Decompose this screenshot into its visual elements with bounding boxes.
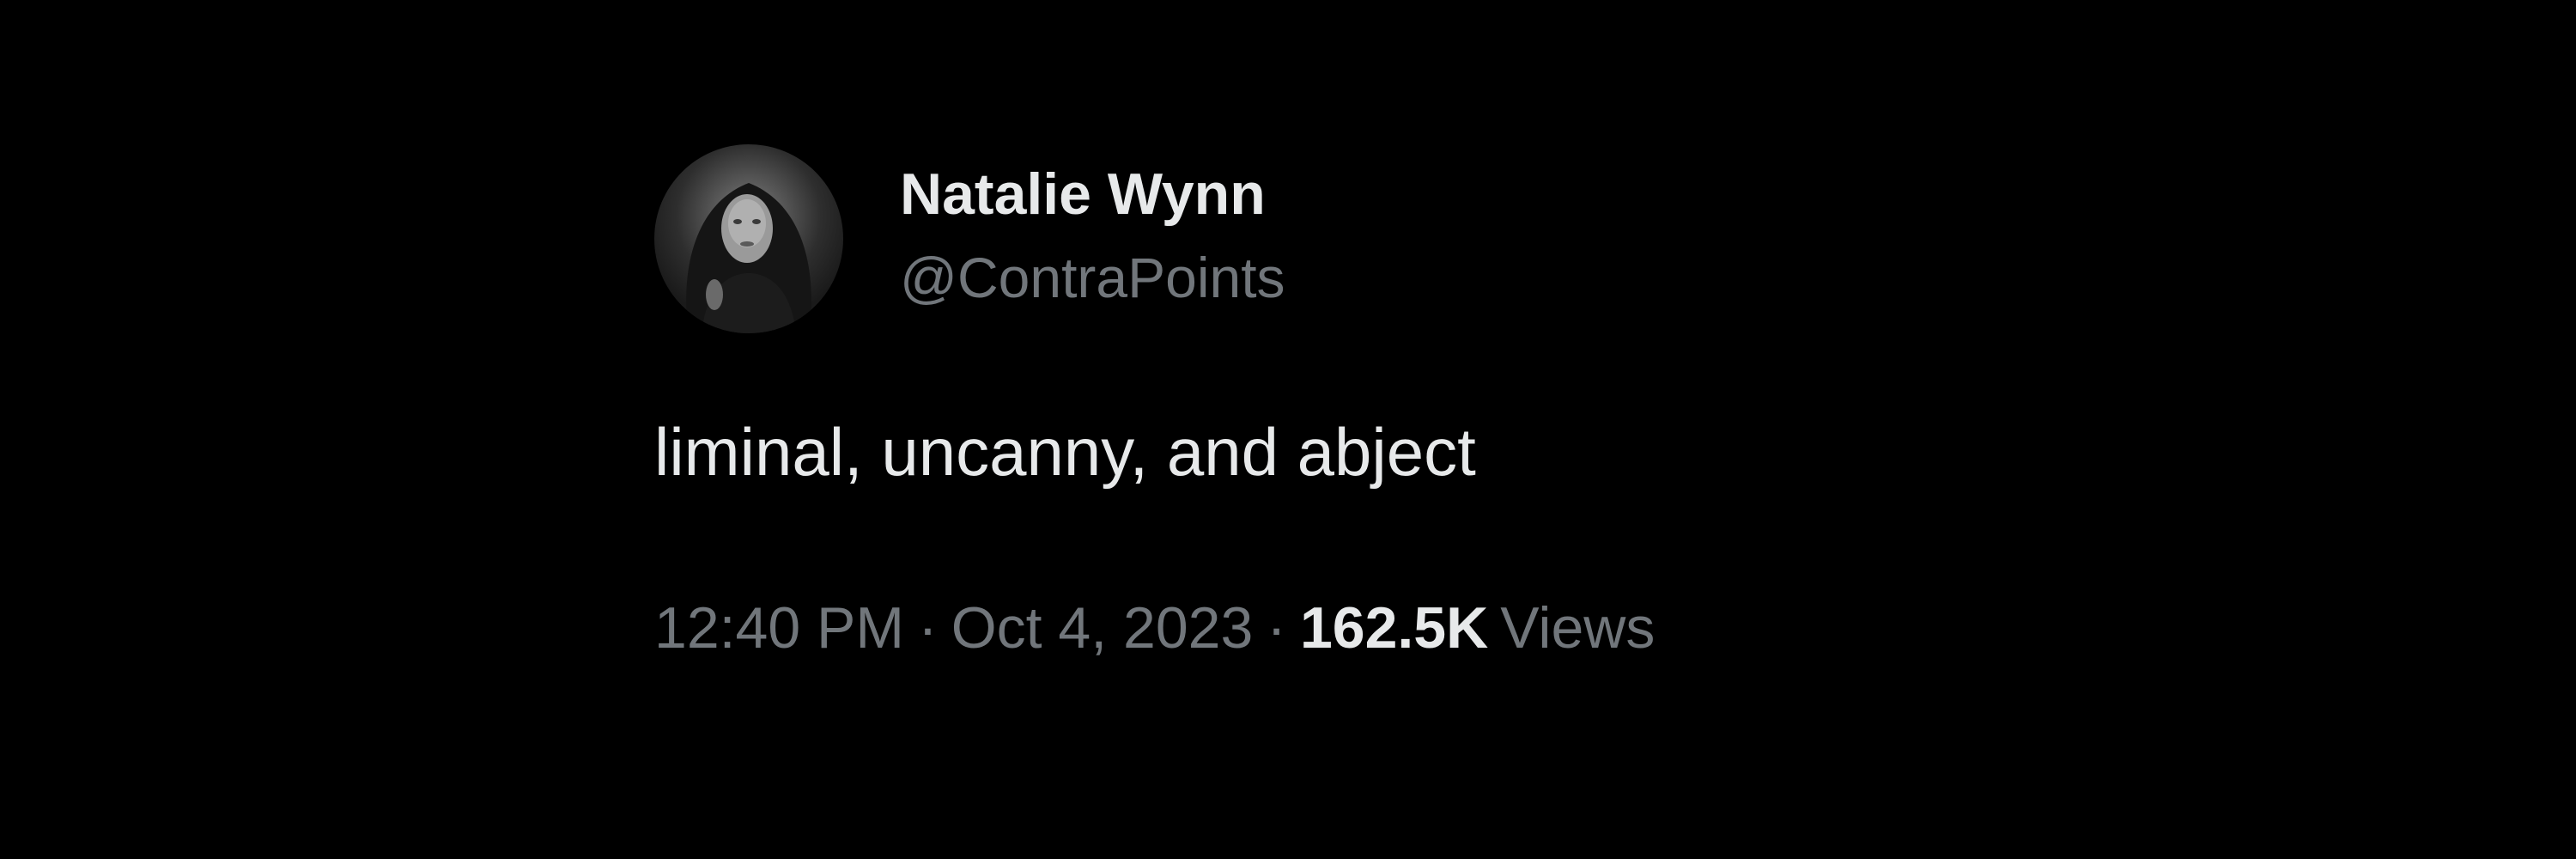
author-display-name[interactable]: Natalie Wynn bbox=[900, 155, 1285, 233]
avatar[interactable] bbox=[654, 144, 843, 333]
author-handle[interactable]: @ContraPoints bbox=[900, 233, 1285, 322]
tweet-meta: 12:40 PM · Oct 4, 2023 · 162.5K Views bbox=[654, 589, 1942, 667]
profile-photo-icon bbox=[686, 183, 811, 333]
views-count[interactable]: 162.5K bbox=[1300, 595, 1488, 661]
meta-separator: · bbox=[918, 595, 938, 661]
tweet-card: Natalie Wynn @ContraPoints liminal, unca… bbox=[654, 144, 1942, 667]
tweet-header: Natalie Wynn @ContraPoints bbox=[654, 144, 1942, 333]
tweet-time[interactable]: 12:40 PM bbox=[654, 595, 904, 661]
meta-separator: · bbox=[1267, 595, 1286, 661]
views-label[interactable]: Views bbox=[1500, 595, 1655, 661]
tweet-text: liminal, uncanny, and abject bbox=[654, 414, 1476, 490]
author-identity: Natalie Wynn @ContraPoints bbox=[900, 155, 1285, 322]
tweet-date[interactable]: Oct 4, 2023 bbox=[951, 595, 1254, 661]
